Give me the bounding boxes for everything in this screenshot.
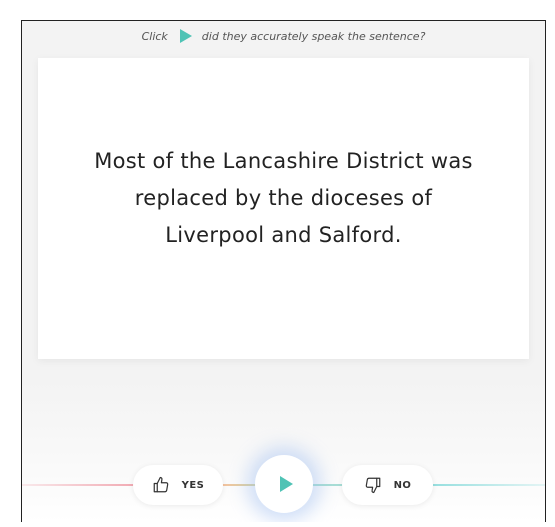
instruction-suffix: did they accurately speak the sentence? <box>201 30 426 43</box>
no-label: NO <box>393 479 412 491</box>
yes-label: YES <box>181 479 205 491</box>
sentence-card: Most of the Lancashire District was repl… <box>38 58 529 359</box>
yes-button[interactable]: YES <box>133 465 223 505</box>
instruction-prefix: Click <box>141 30 168 43</box>
thumbs-up-icon <box>153 476 168 493</box>
play-icon <box>279 476 293 492</box>
play-button[interactable] <box>255 455 313 513</box>
wave-line-left <box>22 484 137 486</box>
review-panel: Click did they accurately speak the sente… <box>21 20 546 522</box>
no-button[interactable]: NO <box>342 465 433 505</box>
wave-line-right <box>433 484 545 486</box>
sentence-text: Most of the Lancashire District was repl… <box>94 149 473 247</box>
instruction-text: Click did they accurately speak the sente… <box>22 29 545 45</box>
thumbs-down-icon <box>365 477 380 494</box>
play-icon <box>179 29 192 43</box>
